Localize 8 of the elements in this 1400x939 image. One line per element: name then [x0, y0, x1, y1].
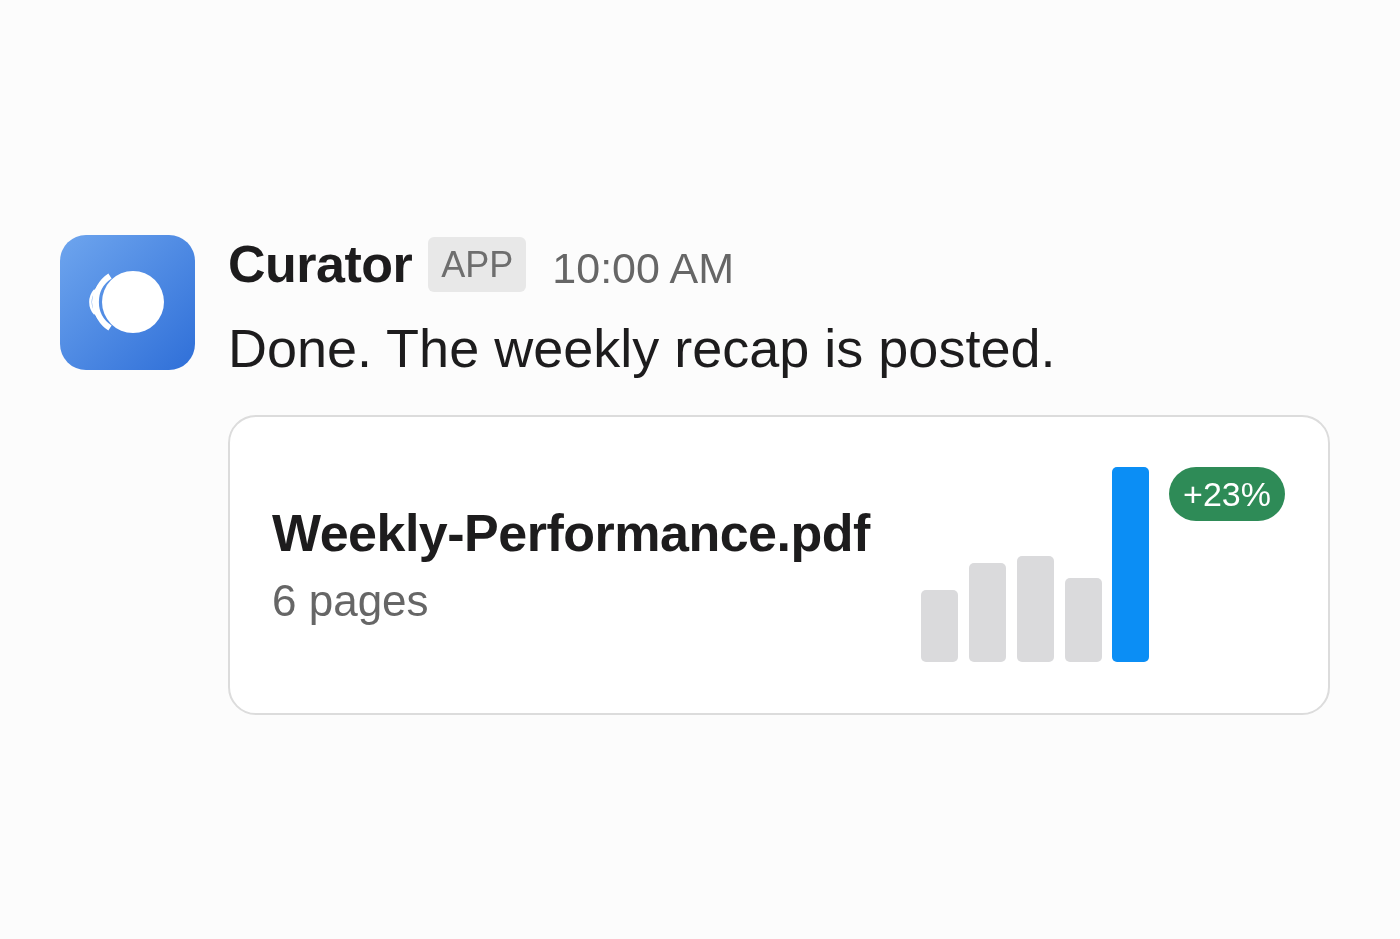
page-count: 6 pages	[272, 574, 430, 627]
app-badge: APP	[428, 236, 527, 292]
change-badge: +23%	[1169, 467, 1285, 521]
sender-name[interactable]: Curator	[228, 234, 413, 294]
app-logo-icon	[60, 235, 195, 370]
file-name: Weekly-Performance.pdf	[272, 502, 872, 564]
timestamp: 10:00 AM	[552, 243, 735, 294]
message-text: Done. The weekly recap is posted.	[228, 317, 1057, 380]
